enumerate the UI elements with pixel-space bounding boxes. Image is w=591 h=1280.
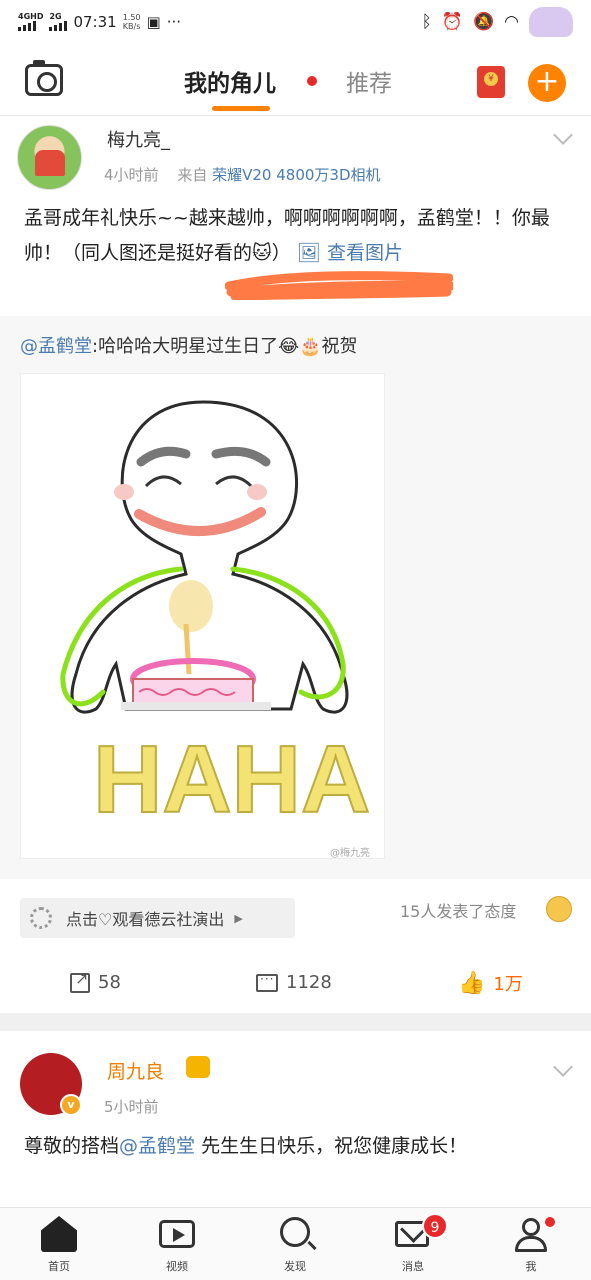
haha-text: HAHA — [93, 726, 370, 833]
post-text: 尊敬的搭档@孟鹤堂 先生生日快乐，祝您健康成长！ — [24, 1128, 564, 1164]
performance-chip[interactable]: 点击♡观看德云社演出 ▶ — [20, 898, 295, 938]
nav-home-label: 首页 — [48, 1260, 70, 1273]
net-speed: 1.50 KB/s — [123, 13, 141, 31]
net-speed-value: 1.50 — [122, 13, 141, 22]
tab-my-favorites[interactable]: 我的角儿 — [184, 64, 276, 98]
chevron-down-icon[interactable] — [553, 125, 573, 145]
nav-home[interactable]: 首页 — [0, 1208, 118, 1280]
red-packet-icon[interactable] — [477, 66, 505, 98]
status-left: 4GHD 2G 07:31 1.50 KB/s ▣ ··· — [18, 13, 181, 31]
share-count: 58 — [98, 972, 121, 993]
signal-1-icon: 4GHD — [18, 13, 43, 31]
mute-icon: 🔕 — [472, 12, 495, 32]
repost-text: @孟鹤堂:哈哈哈大明星过生日了😂🎂祝贺 — [20, 332, 358, 358]
nav-discover[interactable]: 发现 — [236, 1208, 354, 1280]
profile-unread-dot — [545, 1217, 555, 1227]
like-button[interactable]: 👍 1万 — [458, 970, 523, 996]
chevron-down-icon[interactable] — [553, 1057, 573, 1077]
post-author[interactable]: 周九良 — [107, 1057, 164, 1084]
chevron-right-icon: ▶ — [234, 911, 243, 925]
bluetooth-icon: ᛒ — [421, 12, 432, 32]
nav-messages[interactable]: 9 消息 — [354, 1208, 472, 1280]
verified-badge-icon: v — [60, 1094, 82, 1116]
wifi-icon: ◠ — [504, 12, 519, 32]
profile-icon — [522, 1218, 540, 1236]
clock: 07:31 — [73, 13, 117, 31]
discover-icon — [280, 1217, 310, 1247]
camera-icon[interactable] — [25, 60, 63, 96]
post-image[interactable]: HAHA — [20, 373, 385, 859]
nav-me-label: 我 — [525, 1260, 537, 1273]
nav-video[interactable]: 视频 — [118, 1208, 236, 1280]
status-bar: 4GHD 2G 07:31 1.50 KB/s ▣ ··· ᛒ ⏰ 🔕 ◠ — [0, 0, 591, 44]
scribble-redaction — [225, 271, 453, 300]
comment-icon — [256, 972, 278, 992]
status-right: ᛒ ⏰ 🔕 ◠ — [422, 7, 573, 37]
crown-icon — [186, 1056, 210, 1078]
post-divider — [0, 1013, 591, 1031]
profile-body-icon — [515, 1236, 547, 1252]
bottom-nav: 首页 视频 发现 9 消息 我 — [0, 1207, 591, 1280]
post-body: 孟哥成年礼快乐~~越来越帅，啊啊啊啊啊啊，孟鹤堂！！你最帅！（同人图还是挺好看的… — [24, 207, 550, 264]
nav-discover-label: 发现 — [284, 1260, 306, 1273]
tab-unread-dot — [307, 76, 317, 86]
post-source[interactable]: 荣耀V20 4800万3D相机 — [212, 166, 380, 184]
image-watermark: @梅九亮 — [330, 848, 370, 859]
more-status-icon: ··· — [166, 13, 182, 31]
home-icon — [41, 1216, 77, 1252]
post-author[interactable]: 梅九亮_ — [107, 126, 170, 152]
nav-me[interactable]: 我 — [472, 1208, 590, 1280]
comment-count: 1128 — [286, 972, 332, 993]
net-speed-unit: KB/s — [122, 22, 141, 31]
post-source-prefix: 来自 — [177, 166, 208, 184]
drawing-illustration: HAHA — [60, 400, 371, 834]
view-image-link[interactable]: 🖼 查看图片 — [297, 242, 403, 264]
compose-plus-button[interactable]: + — [528, 64, 566, 102]
avatar[interactable] — [17, 125, 82, 190]
tab-recommend[interactable]: 推荐 — [346, 64, 392, 98]
smile-emoji-icon[interactable] — [546, 896, 572, 922]
clipboard-icon: ▣ — [146, 13, 161, 31]
signal-2-icon: 2G — [49, 12, 68, 31]
like-count: 1万 — [493, 974, 523, 995]
video-icon — [159, 1220, 195, 1248]
post-time: 4小时前 — [104, 166, 159, 184]
post-actions: 58 1128 👍 1万 — [0, 966, 591, 1006]
attitude-count[interactable]: 15人发表了态度 — [400, 898, 516, 922]
post-text: 孟哥成年礼快乐~~越来越帅，啊啊啊啊啊啊，孟鹤堂！！你最帅！（同人图还是挺好看的… — [24, 201, 574, 271]
share-icon — [70, 969, 90, 993]
post-meta: 4小时前 来自 荣耀V20 4800万3D相机 — [104, 164, 381, 185]
repost-body: :哈哈哈大明星过生日了😂🎂祝贺 — [92, 336, 358, 357]
chip-label: 点击♡观看德云社演出 — [66, 910, 225, 929]
post-body-pre: 尊敬的搭档 — [24, 1135, 120, 1157]
post-mention[interactable]: @孟鹤堂 — [119, 1135, 195, 1157]
network-type-1: 4GHD — [18, 12, 44, 21]
battery-cat-icon — [529, 7, 573, 37]
repost-mention[interactable]: @孟鹤堂 — [20, 336, 92, 357]
thumbs-up-icon: 👍 — [458, 970, 486, 996]
tab-active-indicator — [212, 106, 270, 111]
post-body-post: 先生生日快乐，祝您健康成长！ — [195, 1135, 468, 1157]
message-badge: 9 — [422, 1213, 448, 1239]
comment-button[interactable]: 1128 — [256, 972, 332, 993]
post-time: 5小时前 — [104, 1098, 159, 1116]
network-type-2: 2G — [49, 12, 62, 21]
view-image-label: 查看图片 — [327, 242, 404, 264]
top-nav: 我的角儿 推荐 + — [0, 50, 591, 116]
nav-messages-label: 消息 — [402, 1260, 424, 1273]
alarm-icon: ⏰ — [441, 12, 463, 32]
nav-video-label: 视频 — [166, 1260, 188, 1273]
flower-icon — [30, 907, 52, 929]
share-button[interactable]: 58 — [70, 969, 121, 993]
